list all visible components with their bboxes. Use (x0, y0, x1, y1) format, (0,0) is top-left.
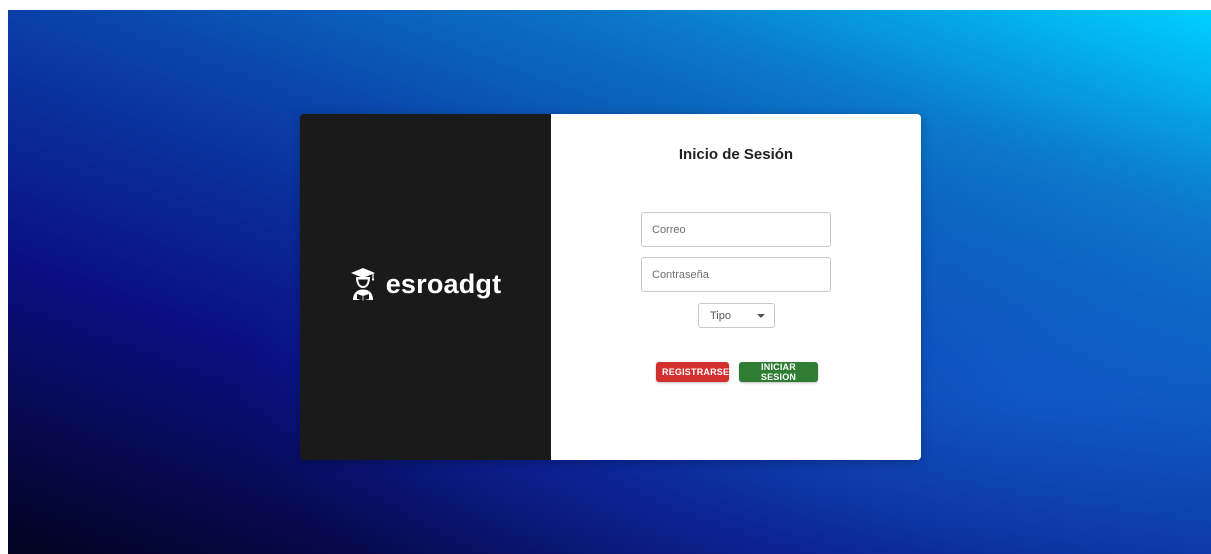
brand-logo: esroadgt (350, 267, 502, 301)
caret-down-icon (757, 313, 765, 318)
brand-name: esroadgt (385, 268, 502, 299)
brand-panel: esroadgt (300, 114, 551, 460)
login-title: Inicio de Sesión (678, 146, 794, 163)
password-field[interactable] (641, 257, 831, 292)
login-card: esroadgt Inicio de Sesión Tipo REGISTRAR… (300, 114, 921, 460)
page-background: esroadgt Inicio de Sesión Tipo REGISTRAR… (8, 10, 1211, 554)
register-button[interactable]: REGISTRARSE (656, 362, 729, 382)
user-type-select[interactable]: Tipo (698, 303, 775, 328)
user-type-select-label: Tipo (710, 309, 731, 322)
login-form-panel: Inicio de Sesión Tipo REGISTRARSE INICIA… (551, 114, 921, 460)
login-button[interactable]: INICIAR SESION (739, 362, 818, 382)
graduate-student-icon (350, 268, 375, 301)
email-field[interactable] (641, 212, 831, 247)
